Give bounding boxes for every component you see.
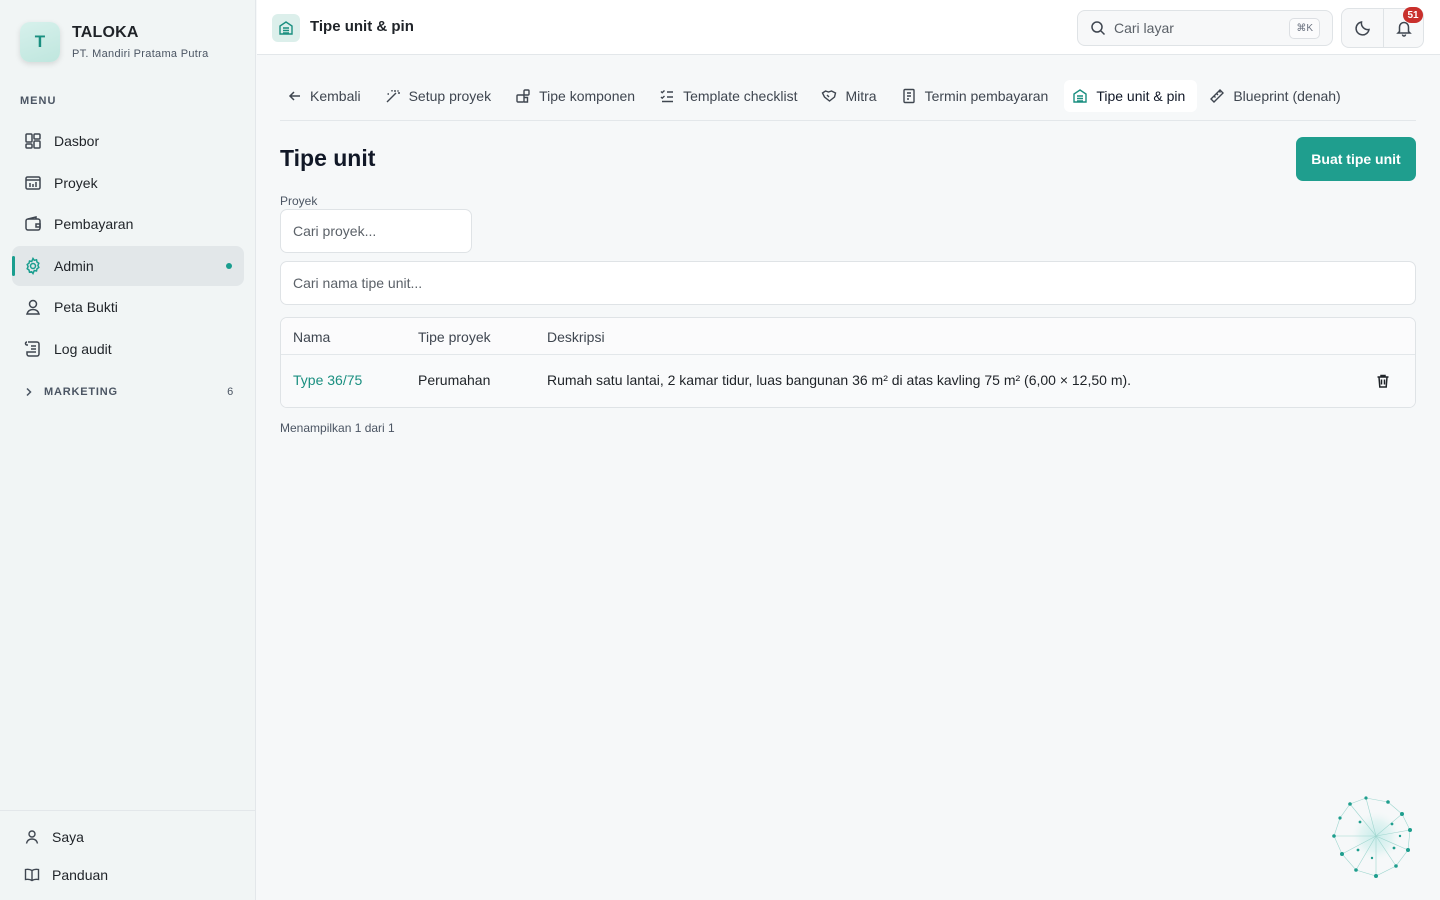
sidebar-item-proyek[interactable]: Proyek — [12, 163, 244, 203]
wallet-icon — [24, 215, 42, 233]
sidebar-item-admin[interactable]: Admin — [12, 245, 244, 286]
section-label: MARKETING — [44, 386, 118, 398]
brand[interactable]: T TALOKA PT. Mandiri Pratama Putra — [20, 22, 209, 62]
tab-label: Tipe komponen — [539, 88, 636, 104]
user-icon — [24, 829, 40, 845]
sidebar-item-log-audit[interactable]: Log audit — [12, 329, 244, 369]
sidebar-bottom: Saya Panduan — [0, 810, 256, 894]
sidebar-item-label: Proyek — [54, 174, 98, 191]
brand-logo: T — [20, 22, 60, 62]
sidebar-item-peta-bukti[interactable]: Peta Bukti — [12, 287, 244, 327]
notifications-button[interactable]: 51 — [1383, 7, 1424, 47]
assistant-orb-icon[interactable] — [1330, 792, 1422, 884]
sidebar-item-label: Saya — [52, 829, 84, 845]
section-count: 6 — [227, 386, 234, 398]
project-icon — [24, 174, 42, 192]
handshake-icon — [821, 88, 837, 104]
unit-type-table: Nama Tipe proyek Deskripsi Type 36/75 Pe… — [280, 317, 1416, 408]
table-row[interactable]: Type 36/75 Perumahan Rumah satu lantai, … — [281, 355, 1415, 407]
organization-name: PT. Mandiri Pratama Putra — [72, 48, 209, 60]
tab-label: Tipe unit & pin — [1096, 88, 1186, 104]
result-count: Menampilkan 1 dari 1 — [280, 421, 395, 435]
magic-wand-icon — [385, 88, 401, 104]
sidebar-item-label: Panduan — [52, 867, 109, 883]
tab-label: Setup proyek — [408, 88, 492, 104]
topbar-actions: 51 — [1341, 7, 1424, 48]
checklist-icon — [659, 88, 675, 104]
building-icon — [1072, 88, 1088, 104]
tab-label: Kembali — [310, 88, 361, 104]
gear-icon — [24, 256, 42, 275]
sidebar-nav: Dasbor Proyek Pembayaran Admin Peta Bukt… — [12, 121, 244, 370]
screen-search-input[interactable]: Cari layar ⌘K — [1077, 10, 1333, 46]
sidebar-section-marketing[interactable]: MARKETING 6 — [24, 386, 234, 398]
sidebar-item-label: Admin — [54, 257, 94, 274]
trash-icon — [1375, 373, 1391, 389]
keyboard-shortcut-hint: ⌘K — [1289, 18, 1320, 39]
brand-name: TALOKA — [72, 24, 139, 41]
theme-toggle-button[interactable] — [1342, 9, 1383, 47]
tab-setup-proyek[interactable]: Setup proyek — [377, 80, 504, 112]
sidebar-item-panduan[interactable]: Panduan — [0, 856, 256, 894]
sidebar-item-label: Dasbor — [54, 133, 100, 149]
table-header: Nama Tipe proyek Deskripsi — [281, 318, 1415, 355]
column-header-tipe-proyek[interactable]: Tipe proyek — [418, 329, 491, 345]
description-cell: Rumah satu lantai, 2 kamar tidur, luas b… — [547, 372, 1132, 388]
search-icon — [1090, 20, 1106, 36]
sidebar-item-dasbor[interactable]: Dasbor — [12, 121, 244, 161]
page-title: Tipe unit & pin — [310, 18, 414, 35]
tab-label: Mitra — [845, 88, 877, 104]
tab-tipe-unit-pin[interactable]: Tipe unit & pin — [1064, 80, 1198, 112]
tab-blueprint-denah[interactable]: Blueprint (denah) — [1201, 80, 1352, 112]
tab-label: Termin pembayaran — [924, 88, 1049, 104]
tab-mitra[interactable]: Mitra — [813, 80, 888, 112]
project-filter-input[interactable] — [280, 209, 472, 253]
delete-row-button[interactable] — [1373, 370, 1393, 392]
tab-label: Blueprint (denah) — [1233, 88, 1341, 104]
moon-icon — [1354, 19, 1372, 37]
project-filter-label: Proyek — [280, 194, 318, 208]
sidebar-item-label: Pembayaran — [54, 216, 134, 232]
tab-tipe-komponen[interactable]: Tipe komponen — [507, 80, 647, 112]
dashboard-icon — [24, 132, 42, 150]
ruler-icon — [1209, 88, 1225, 104]
unit-type-name-link[interactable]: Type 36/75 — [293, 372, 362, 388]
tab-label: Template checklist — [683, 88, 798, 104]
components-icon — [515, 88, 531, 104]
receipt-icon — [901, 88, 917, 104]
menu-label: MENU — [20, 95, 57, 107]
top-bar: Tipe unit & pin Cari layar ⌘K 51 — [257, 0, 1440, 55]
column-header-deskripsi[interactable]: Deskripsi — [547, 329, 605, 345]
book-icon — [24, 867, 40, 883]
sidebar-item-pembayaran[interactable]: Pembayaran — [12, 204, 244, 244]
notification-count-badge: 51 — [1403, 7, 1423, 23]
map-pin-user-icon — [24, 298, 42, 316]
tab-termin-pembayaran[interactable]: Termin pembayaran — [893, 80, 1061, 112]
section-title: Tipe unit — [280, 145, 376, 171]
sidebar: T TALOKA PT. Mandiri Pratama Putra MENU … — [0, 0, 256, 900]
tab-kembali[interactable]: Kembali — [280, 80, 373, 112]
create-unit-type-button[interactable]: Buat tipe unit — [1296, 137, 1416, 181]
sidebar-item-saya[interactable]: Saya — [0, 818, 256, 856]
arrow-left-icon — [288, 89, 302, 103]
admin-tabs: Kembali Setup proyek Tipe komponen Templ… — [280, 80, 1416, 121]
active-indicator-dot — [226, 262, 232, 269]
sidebar-item-label: Log audit — [54, 340, 112, 357]
building-icon — [272, 14, 300, 42]
tab-template-checklist[interactable]: Template checklist — [651, 80, 809, 112]
unit-type-search-input[interactable] — [280, 261, 1416, 305]
chevron-right-icon — [24, 387, 34, 397]
sidebar-item-label: Peta Bukti — [54, 299, 118, 315]
search-placeholder: Cari layar — [1114, 20, 1174, 36]
project-type-cell: Perumahan — [418, 372, 491, 388]
scroll-icon — [24, 340, 42, 358]
column-header-nama[interactable]: Nama — [293, 329, 330, 345]
